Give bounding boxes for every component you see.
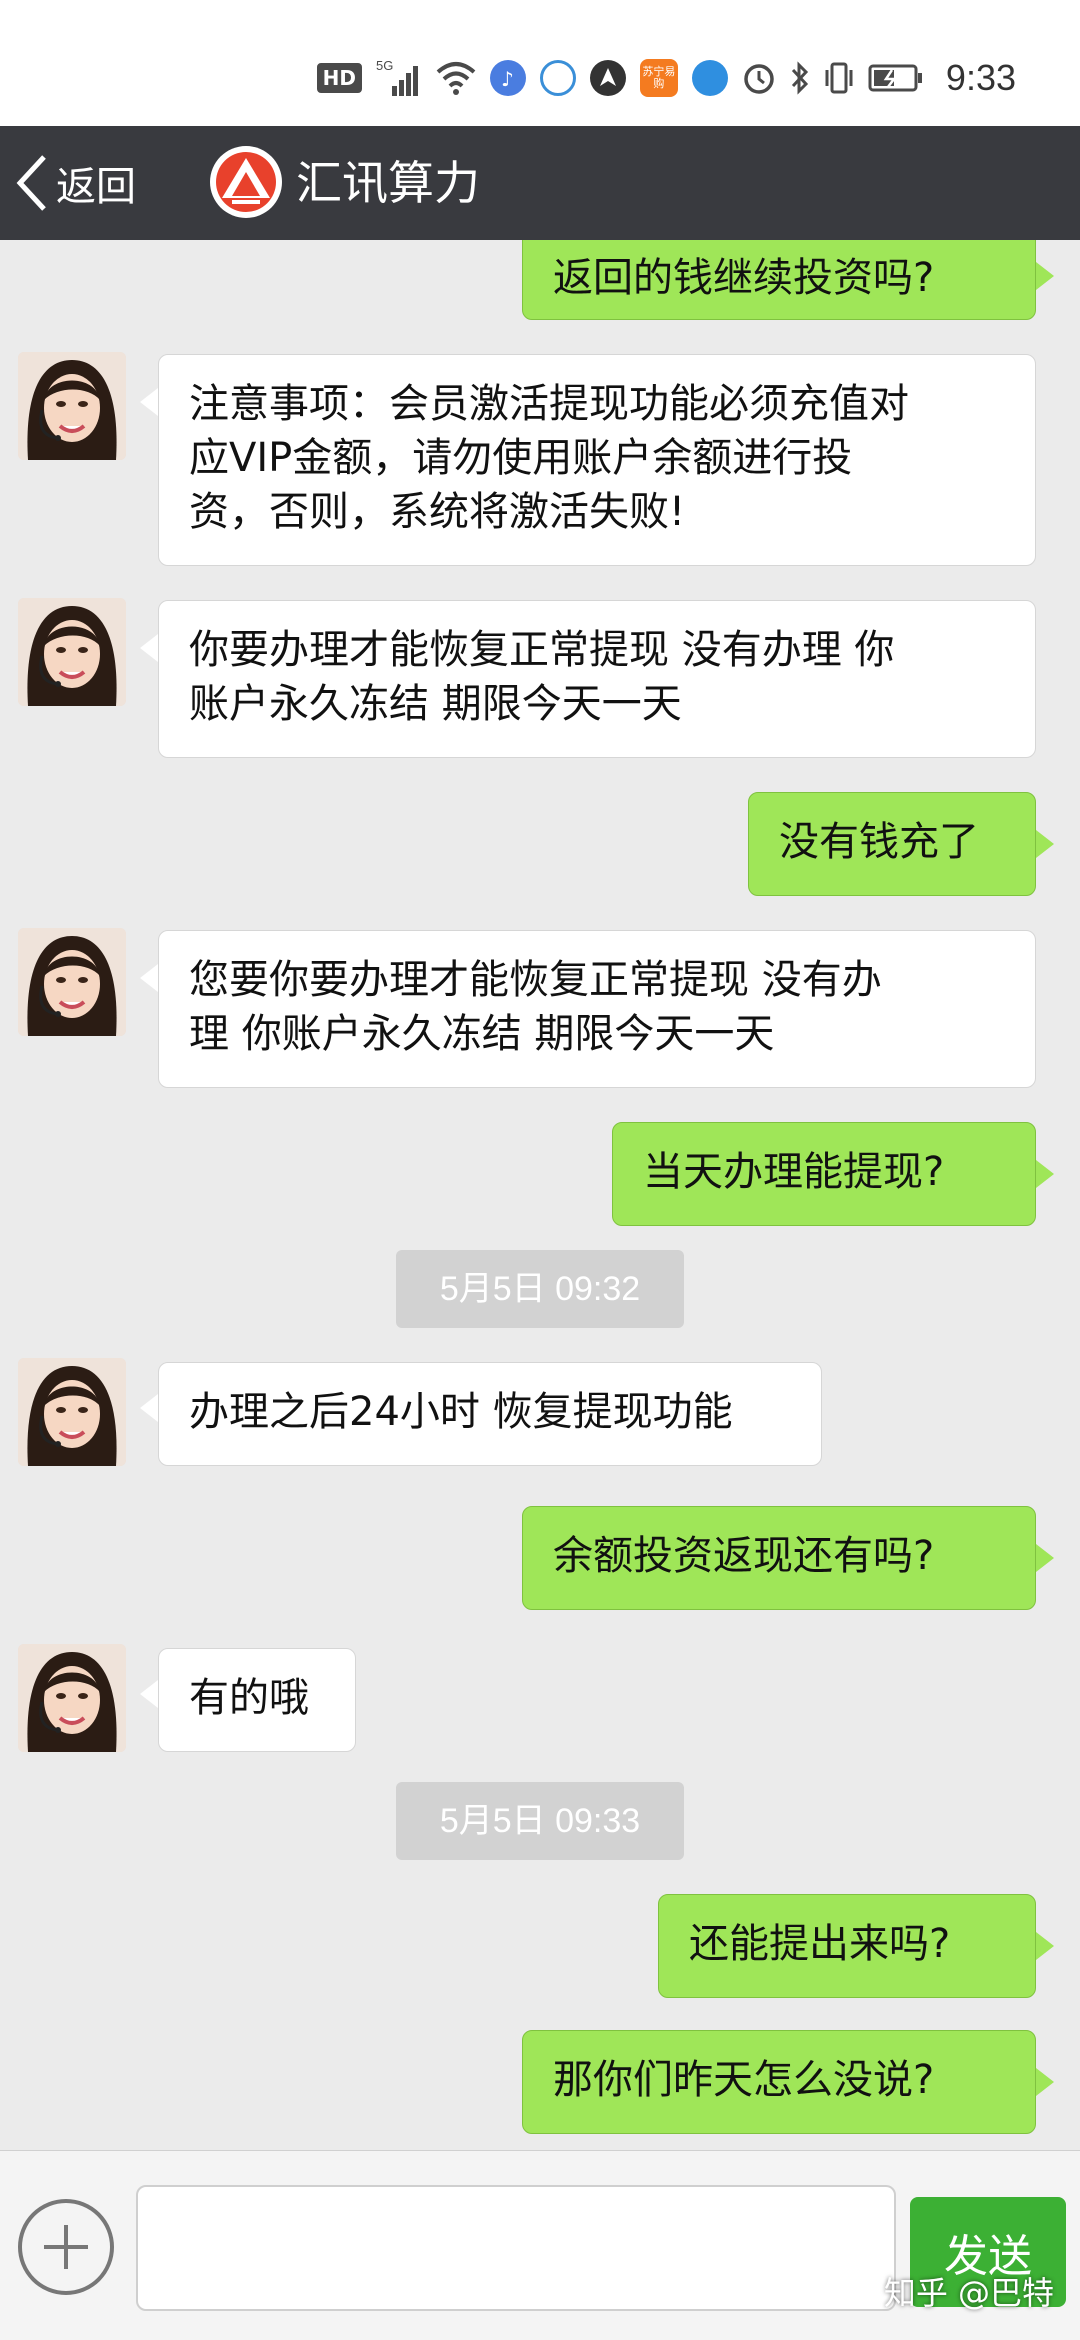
- message-timestamp: 5月5日 09:33: [396, 1782, 684, 1860]
- outgoing-message: 那你们昨天怎么没说?: [522, 2030, 1036, 2134]
- status-bar: HD 5G ♪ 苏宁易购 9:33: [0, 0, 1080, 126]
- svg-text:♪: ♪: [501, 67, 514, 91]
- bubble-tail: [1036, 262, 1054, 290]
- alarm-icon: [742, 58, 776, 98]
- wifi-icon: [436, 58, 476, 98]
- back-label: 返回: [56, 164, 136, 210]
- message-text-line: 应VIP金额，请勿使用账户余额进行投: [189, 435, 853, 481]
- message-text-line: 账户永久冻结 期限今天一天: [189, 681, 682, 727]
- message-text: 没有钱充了: [779, 819, 979, 865]
- message-text: 当天办理能提现?: [643, 1149, 945, 1195]
- avatar[interactable]: [18, 352, 126, 460]
- add-attachment-button[interactable]: [18, 2199, 114, 2295]
- avatar[interactable]: [18, 928, 126, 1036]
- chat-message-list[interactable]: 返回的钱继续投资吗? 注意事项：会员激活提现功能必须充值对 应VIP金额，请勿使…: [0, 240, 1080, 2150]
- music-app-icon: ♪: [489, 60, 526, 96]
- message-text: 还能提出来吗?: [689, 1921, 951, 1967]
- bubble-tail: [140, 388, 158, 416]
- status-clock: 9:33: [945, 57, 1016, 98]
- incoming-message: 注意事项：会员激活提现功能必须充值对 应VIP金额，请勿使用账户余额进行投 资，…: [158, 354, 1036, 566]
- bubble-tail: [1036, 1932, 1054, 1960]
- browser-app-icon: [539, 60, 576, 96]
- message-text-line: 理 你账户永久冻结 期限今天一天: [189, 1011, 775, 1057]
- incoming-message: 有的哦: [158, 1648, 356, 1752]
- vibrate-icon: [824, 58, 854, 98]
- bubble-tail: [140, 964, 158, 992]
- bubble-tail: [1036, 2068, 1054, 2096]
- bubble-tail: [140, 634, 158, 662]
- network-type-label: 5G: [376, 58, 393, 73]
- avatar[interactable]: [18, 1644, 126, 1752]
- outgoing-message: 余额投资返现还有吗?: [522, 1506, 1036, 1610]
- globe-app-icon: [691, 60, 728, 96]
- shopping-app-icon: 苏宁易购: [639, 59, 678, 97]
- incoming-message: 您要你要办理才能恢复正常提现 没有办 理 你账户永久冻结 期限今天一天: [158, 930, 1036, 1088]
- message-text: 那你们昨天怎么没说?: [553, 2057, 935, 2103]
- cellular-signal-icon: 5G: [376, 58, 422, 98]
- account-logo-icon: [210, 146, 282, 218]
- navigation-app-icon: [589, 60, 626, 96]
- bluetooth-icon: [790, 58, 810, 98]
- battery-charging-icon: [868, 58, 924, 98]
- avatar[interactable]: [18, 598, 126, 706]
- chevron-left-icon: [16, 155, 46, 211]
- incoming-message: 你要办理才能恢复正常提现 没有办理 你 账户永久冻结 期限今天一天: [158, 600, 1036, 758]
- message-text: 办理之后24小时 恢复提现功能: [189, 1389, 733, 1435]
- hd-voice-icon: HD: [316, 63, 362, 93]
- message-text-line: 注意事项：会员激活提现功能必须充值对: [189, 381, 909, 427]
- bubble-tail: [140, 1680, 158, 1708]
- message-text-line: 您要你要办理才能恢复正常提现 没有办: [189, 957, 882, 1003]
- message-input[interactable]: [136, 2185, 896, 2311]
- message-text: 有的哦: [189, 1675, 309, 1721]
- chat-header: 返回 汇讯算力: [0, 126, 1080, 240]
- watermark: 知乎 @巴特: [883, 2274, 1054, 2312]
- outgoing-message: 返回的钱继续投资吗?: [522, 240, 1036, 320]
- bubble-tail: [1036, 1160, 1054, 1188]
- message-text: 返回的钱继续投资吗?: [553, 255, 935, 301]
- bubble-tail: [1036, 1544, 1054, 1572]
- message-text: 余额投资返现还有吗?: [553, 1533, 935, 1579]
- outgoing-message: 还能提出来吗?: [658, 1894, 1036, 1998]
- message-timestamp: 5月5日 09:32: [396, 1250, 684, 1328]
- back-button[interactable]: 返回: [14, 146, 136, 220]
- outgoing-message: 当天办理能提现?: [612, 1122, 1036, 1226]
- message-text-line: 资，否则，系统将激活失败!: [189, 489, 686, 535]
- incoming-message: 办理之后24小时 恢复提现功能: [158, 1362, 822, 1466]
- message-text-line: 你要办理才能恢复正常提现 没有办理 你: [189, 627, 895, 673]
- bubble-tail: [1036, 830, 1054, 858]
- bubble-tail: [140, 1394, 158, 1422]
- page-title: 汇讯算力: [296, 156, 480, 210]
- status-icons: HD 5G ♪ 苏宁易购 9:33: [316, 56, 1016, 100]
- outgoing-message: 没有钱充了: [748, 792, 1036, 896]
- avatar[interactable]: [18, 1358, 126, 1466]
